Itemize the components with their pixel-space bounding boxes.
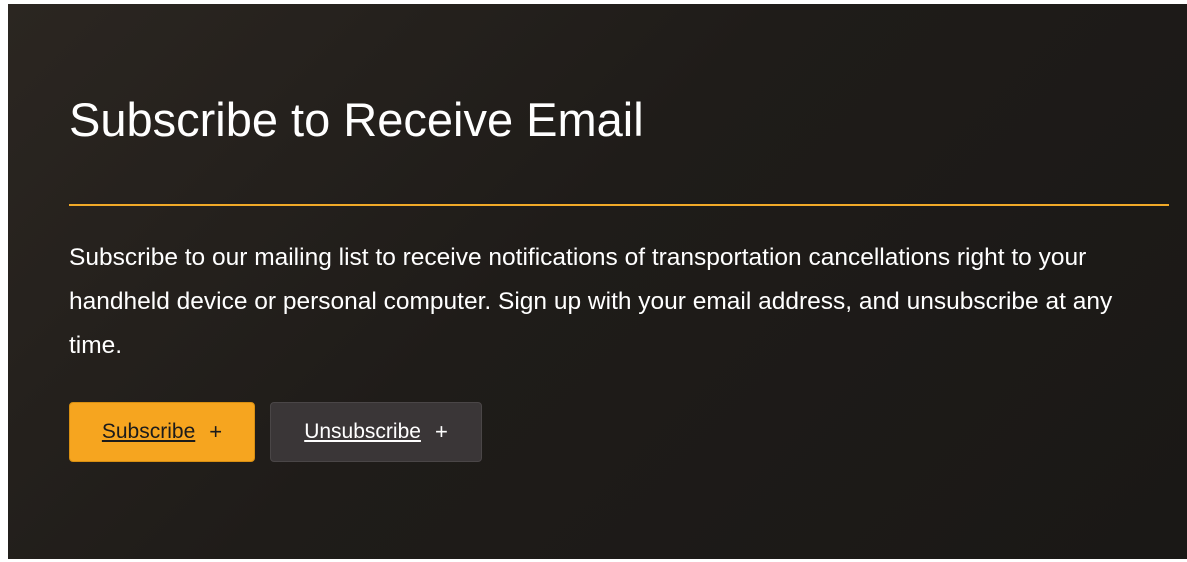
title-divider	[69, 204, 1169, 206]
section-description: Subscribe to our mailing list to receive…	[69, 244, 1113, 359]
subscribe-panel: Subscribe to Receive Email Subscribe to …	[8, 4, 1187, 559]
unsubscribe-button[interactable]: Unsubscribe +	[270, 402, 482, 462]
section-title: Subscribe to Receive Email	[69, 93, 644, 146]
subscribe-button-label: Subscribe	[101, 420, 196, 443]
plus-icon: +	[434, 419, 448, 444]
unsubscribe-button-label: Unsubscribe	[304, 420, 421, 443]
plus-icon: +	[209, 419, 223, 444]
subscribe-button[interactable]: Subscribe +	[69, 402, 255, 462]
